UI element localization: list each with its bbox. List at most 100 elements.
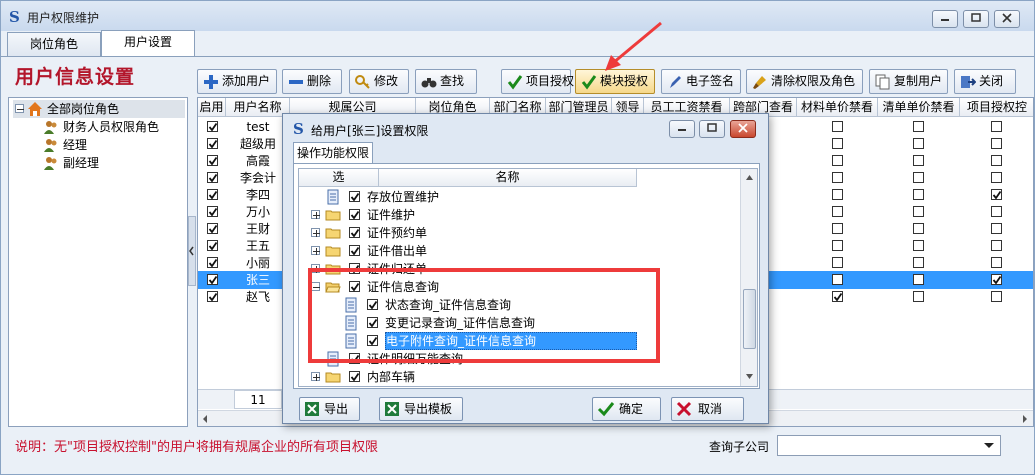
col-header-name[interactable]: 名称 bbox=[379, 169, 637, 187]
project-auth-button[interactable]: 项目授权 bbox=[501, 69, 574, 94]
project-auth-checkbox[interactable] bbox=[991, 223, 1002, 234]
tab-operation-permissions[interactable]: 操作功能权限 bbox=[293, 142, 373, 164]
col-header[interactable]: 清单单价禁看 bbox=[878, 98, 960, 117]
maximize-button[interactable] bbox=[963, 10, 989, 28]
list-price-checkbox[interactable] bbox=[913, 172, 924, 183]
list-price-checkbox[interactable] bbox=[913, 257, 924, 268]
scroll-left-icon[interactable] bbox=[201, 414, 209, 424]
material-price-checkbox[interactable] bbox=[832, 189, 843, 200]
expand-icon[interactable] bbox=[311, 228, 320, 237]
permission-checkbox[interactable] bbox=[349, 191, 360, 202]
permission-row[interactable]: 存放位置维护 bbox=[299, 188, 739, 206]
user-name-cell[interactable]: 李会计 bbox=[226, 169, 290, 187]
list-price-checkbox[interactable] bbox=[913, 240, 924, 251]
sub-company-select[interactable] bbox=[777, 435, 1001, 456]
list-price-checkbox[interactable] bbox=[913, 138, 924, 149]
list-price-checkbox[interactable] bbox=[913, 223, 924, 234]
project-auth-checkbox[interactable] bbox=[991, 189, 1002, 200]
material-price-checkbox[interactable] bbox=[832, 172, 843, 183]
material-price-checkbox[interactable] bbox=[832, 138, 843, 149]
enabled-checkbox[interactable] bbox=[207, 206, 218, 217]
scroll-up-icon[interactable] bbox=[745, 173, 754, 181]
permission-checkbox[interactable] bbox=[349, 371, 360, 382]
enabled-checkbox[interactable] bbox=[207, 240, 218, 251]
material-price-checkbox[interactable] bbox=[832, 274, 843, 285]
add-user-button[interactable]: 添加用户 bbox=[197, 69, 277, 94]
enabled-checkbox[interactable] bbox=[207, 257, 218, 268]
enabled-checkbox[interactable] bbox=[207, 223, 218, 234]
material-price-checkbox[interactable] bbox=[832, 206, 843, 217]
expand-icon[interactable] bbox=[311, 210, 320, 219]
collapse-icon[interactable] bbox=[15, 104, 24, 113]
clear-permissions-button[interactable]: 清除权限及角色 bbox=[746, 69, 863, 94]
chevron-down-icon[interactable] bbox=[983, 442, 995, 450]
enabled-checkbox[interactable] bbox=[207, 274, 218, 285]
user-name-cell[interactable]: 李四 bbox=[226, 186, 290, 204]
list-price-checkbox[interactable] bbox=[913, 121, 924, 132]
expand-icon[interactable] bbox=[311, 372, 320, 381]
export-template-button[interactable]: 导出模板 bbox=[379, 397, 463, 421]
tab-user-settings[interactable]: 用户设置 bbox=[101, 30, 195, 57]
permission-row[interactable]: 内部车辆 bbox=[299, 368, 739, 386]
dialog-close-button[interactable] bbox=[730, 120, 756, 138]
enabled-checkbox[interactable] bbox=[207, 172, 218, 183]
material-price-checkbox[interactable] bbox=[832, 223, 843, 234]
panel-splitter[interactable] bbox=[188, 216, 196, 286]
copy-user-button[interactable]: 复制用户 bbox=[869, 69, 948, 94]
permission-row[interactable]: 证件预约单 bbox=[299, 224, 739, 242]
close-window-button[interactable] bbox=[994, 10, 1020, 28]
e-signature-button[interactable]: 电子签名 bbox=[661, 69, 741, 94]
project-auth-checkbox[interactable] bbox=[991, 240, 1002, 251]
user-name-cell[interactable]: test bbox=[226, 118, 290, 136]
material-price-checkbox[interactable] bbox=[832, 240, 843, 251]
user-name-cell[interactable]: 小丽 bbox=[226, 254, 290, 272]
dialog-maximize-button[interactable] bbox=[699, 120, 725, 138]
user-name-cell[interactable]: 王财 bbox=[226, 220, 290, 238]
list-price-checkbox[interactable] bbox=[913, 206, 924, 217]
project-auth-checkbox[interactable] bbox=[991, 138, 1002, 149]
user-name-cell[interactable]: 高霞 bbox=[226, 152, 290, 170]
col-header[interactable]: 材料单价禁看 bbox=[797, 98, 878, 117]
permission-checkbox[interactable] bbox=[349, 227, 360, 238]
scroll-right-icon[interactable] bbox=[1021, 414, 1029, 424]
col-header-select[interactable]: 选 bbox=[299, 169, 379, 187]
vertical-scrollbar[interactable] bbox=[740, 169, 757, 386]
col-header[interactable]: 用户名称 bbox=[226, 98, 290, 117]
col-header[interactable]: 启用 bbox=[198, 98, 226, 117]
project-auth-checkbox[interactable] bbox=[991, 257, 1002, 268]
permission-checkbox[interactable] bbox=[349, 245, 360, 256]
project-auth-checkbox[interactable] bbox=[991, 291, 1002, 302]
close-button[interactable]: 关闭 bbox=[954, 69, 1016, 94]
user-name-cell[interactable]: 王五 bbox=[226, 237, 290, 255]
project-auth-checkbox[interactable] bbox=[991, 172, 1002, 183]
find-button[interactable]: 查找 bbox=[415, 69, 477, 94]
expand-icon[interactable] bbox=[311, 246, 320, 255]
scroll-down-icon[interactable] bbox=[745, 373, 754, 381]
permission-checkbox[interactable] bbox=[349, 209, 360, 220]
user-name-cell[interactable]: 超级用 bbox=[226, 135, 290, 153]
col-header[interactable]: 项目授权控 bbox=[960, 98, 1033, 117]
user-name-cell[interactable]: 万小 bbox=[226, 203, 290, 221]
material-price-checkbox[interactable] bbox=[832, 155, 843, 166]
edit-button[interactable]: 修改 bbox=[349, 69, 409, 94]
permission-row[interactable]: 证件借出单 bbox=[299, 242, 739, 260]
enabled-checkbox[interactable] bbox=[207, 138, 218, 149]
minimize-button[interactable] bbox=[932, 10, 958, 28]
enabled-checkbox[interactable] bbox=[207, 155, 218, 166]
user-name-cell[interactable]: 张三 bbox=[226, 271, 290, 289]
tree-root[interactable]: 全部岗位角色 bbox=[13, 100, 185, 118]
list-price-checkbox[interactable] bbox=[913, 155, 924, 166]
dialog-minimize-button[interactable] bbox=[669, 120, 695, 138]
material-price-checkbox[interactable] bbox=[832, 121, 843, 132]
list-price-checkbox[interactable] bbox=[913, 189, 924, 200]
ok-button[interactable]: 确定 bbox=[592, 397, 661, 421]
scroll-thumb[interactable] bbox=[743, 289, 756, 349]
export-button[interactable]: 导出 bbox=[299, 397, 360, 421]
list-price-checkbox[interactable] bbox=[913, 274, 924, 285]
material-price-checkbox[interactable] bbox=[832, 291, 843, 302]
user-name-cell[interactable]: 赵飞 bbox=[226, 288, 290, 306]
material-price-checkbox[interactable] bbox=[832, 257, 843, 268]
delete-button[interactable]: 删除 bbox=[282, 69, 342, 94]
project-auth-checkbox[interactable] bbox=[991, 155, 1002, 166]
project-auth-checkbox[interactable] bbox=[991, 121, 1002, 132]
